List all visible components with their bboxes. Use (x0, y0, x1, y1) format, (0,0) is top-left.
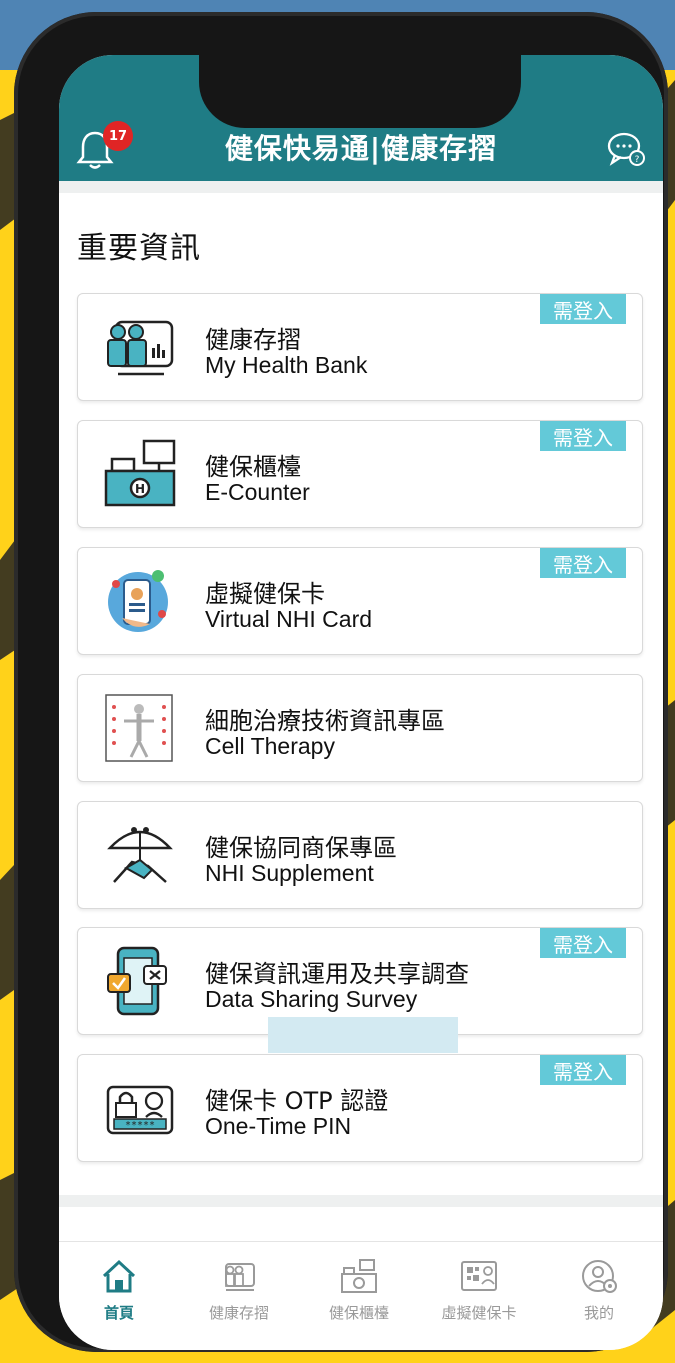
app-screen: 17 健保快易通|健康存摺 ? 重要資訊 健康存摺 My Health Bank… (59, 55, 663, 1350)
card-title-zh: 健保協同商保專區 (205, 834, 397, 862)
svg-text:?: ? (635, 155, 640, 165)
home-icon (102, 1259, 136, 1293)
card-title-zh: 細胞治療技術資訊專區 (205, 707, 445, 735)
otp-lock-icon: ***** (106, 1085, 174, 1135)
tab-e-counter[interactable]: 健保櫃檯 (299, 1242, 419, 1342)
card-title-en: E-Counter (205, 479, 310, 505)
tab-label: 健保櫃檯 (328, 1304, 389, 1322)
umbrella-handshake-icon (107, 827, 173, 883)
card-title-en: Virtual NHI Card (205, 606, 373, 632)
login-required-tag: 需登入 (540, 294, 626, 324)
health-bank-icon (107, 320, 174, 376)
cell-therapy-icon (105, 694, 173, 762)
svg-text:*****: ***** (125, 1120, 155, 1131)
counter-icon: H (104, 439, 176, 507)
phone-notch (199, 55, 521, 128)
tab-label: 健康存摺 (208, 1304, 269, 1322)
qr-card-icon (461, 1261, 497, 1291)
card-title-zh: 健保櫃檯 (205, 453, 301, 481)
chat-help-icon[interactable]: ? (605, 127, 649, 171)
card-title-zh: 健保卡 OTP 認證 (205, 1087, 389, 1115)
tab-label: 我的 (583, 1304, 614, 1322)
card-title-en: NHI Supplement (205, 860, 374, 886)
card-nhi-supplement[interactable]: 健保協同商保專區 NHI Supplement (77, 801, 643, 909)
overlay-highlight (268, 1017, 458, 1053)
login-required-tag: 需登入 (540, 928, 626, 958)
tab-profile[interactable]: 我的 (539, 1242, 659, 1342)
card-one-time-pin[interactable]: ***** 健保卡 OTP 認證 One-Time PIN 需登入 (77, 1054, 643, 1162)
section-title: 重要資訊 (77, 231, 201, 266)
card-title-zh: 健康存摺 (205, 326, 301, 354)
tab-virtual-card[interactable]: 虛擬健保卡 (419, 1242, 539, 1342)
card-health-bank[interactable]: 健康存摺 My Health Bank 需登入 (77, 293, 643, 401)
card-virtual-nhi[interactable]: 虛擬健保卡 Virtual NHI Card 需登入 (77, 547, 643, 655)
svg-text:H: H (135, 482, 145, 496)
app-title: 健保快易通|健康存摺 (224, 132, 498, 165)
card-title-zh: 健保資訊運用及共享調查 (205, 960, 469, 988)
health-bank-icon (225, 1263, 255, 1291)
counter-icon (341, 1259, 377, 1293)
tab-home[interactable]: 首頁 (59, 1242, 179, 1342)
card-title-zh: 虛擬健保卡 (205, 580, 325, 608)
tab-label: 虛擬健保卡 (441, 1304, 517, 1322)
bottom-tab-bar: 首頁 健康存摺 健保櫃檯 虛擬健保卡 我的 (59, 1241, 663, 1350)
survey-phone-icon (107, 946, 167, 1016)
virtual-card-icon (108, 570, 168, 632)
card-cell-therapy[interactable]: 細胞治療技術資訊專區 Cell Therapy (77, 674, 643, 782)
card-title-en: Cell Therapy (205, 733, 335, 759)
user-settings-icon (582, 1260, 617, 1293)
phone-frame: 17 健保快易通|健康存摺 ? 重要資訊 健康存摺 My Health Bank… (14, 12, 668, 1352)
card-title-en: One-Time PIN (205, 1113, 352, 1139)
login-required-tag: 需登入 (540, 548, 626, 578)
card-e-counter[interactable]: H 健保櫃檯 E-Counter 需登入 (77, 420, 643, 528)
card-title-en: My Health Bank (205, 352, 368, 378)
tab-label: 首頁 (103, 1304, 134, 1322)
tab-health-bank[interactable]: 健康存摺 (179, 1242, 299, 1342)
section-divider (59, 1195, 663, 1207)
login-required-tag: 需登入 (540, 1055, 626, 1085)
header-divider (59, 181, 663, 193)
card-title-en: Data Sharing Survey (205, 986, 418, 1012)
login-required-tag: 需登入 (540, 421, 626, 451)
